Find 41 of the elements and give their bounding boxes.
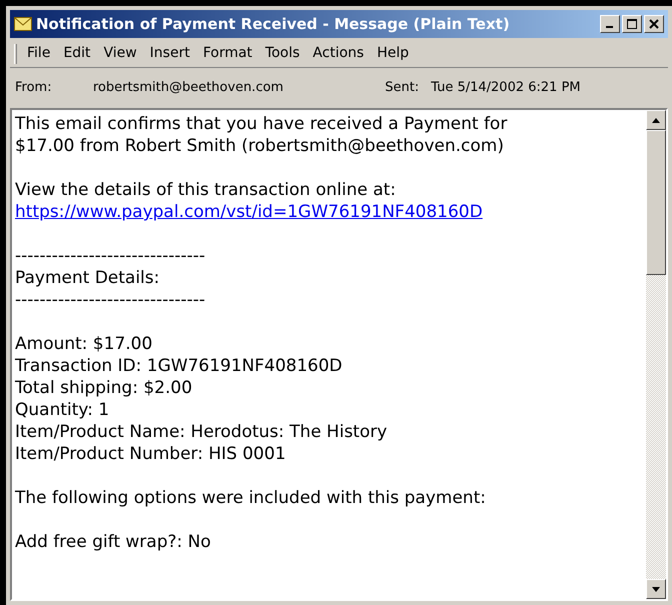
sender-address: robertsmith@beethoven.com [93,79,284,98]
message-line: View the details of this transaction online at: [15,179,397,201]
message-line: Transaction ID: 1GW76191NF408160D [15,355,344,377]
message-line: This email confirms that you have received a Payment for [15,113,508,135]
sent-date: Tue 5/14/2002 6:21 PM [431,79,581,98]
menu-item[interactable]: Tools [265,43,300,64]
message-line: The following options were included with this payment: [15,487,487,509]
from-label: From: [15,79,53,98]
close-icon [649,19,659,29]
menu-item[interactable]: View [104,43,137,64]
scroll-down-button[interactable] [646,579,666,599]
menu-item[interactable]: File [27,43,50,64]
menu-item[interactable]: Insert [150,43,190,64]
window-title: Notification of Payment Received - Message (Plain Text) [36,14,510,35]
message-line: Item/Product Name: Herodotus: The History [15,421,388,443]
message-line: Total shipping: $2.00 [15,377,194,399]
maximize-icon [627,19,637,29]
message-line: ------------------------------- [15,289,206,311]
envelope-icon [14,17,32,31]
sent-label: Sent: [385,79,420,98]
transaction-link[interactable]: https://www.paypal.com/vst/id=1GW76191NF408160D [15,202,483,222]
message-line: Item/Product Number: HIS 0001 [15,443,287,465]
message-line: Quantity: 1 [15,399,110,421]
scrollbar[interactable] [646,110,666,599]
message-line: Amount: $17.00 [15,333,154,355]
maximize-button[interactable] [622,15,642,33]
message-line: $17.00 from Robert Smith (robertsmith@beethoven.com) [15,135,505,157]
down-arrow-icon [652,586,660,592]
menu-item[interactable]: Actions [312,43,364,64]
scroll-up-button[interactable] [646,110,666,130]
message-line: ------------------------------- [15,245,206,267]
up-arrow-icon [652,118,660,122]
menu-item[interactable]: Format [202,43,252,64]
minimize-button[interactable] [600,15,620,33]
menu-item[interactable]: Edit [63,43,91,64]
scroll-thumb[interactable] [646,130,666,275]
message-line: Add free gift wrap?: No [15,531,212,553]
minimize-icon [605,26,615,28]
close-button[interactable] [644,15,664,33]
message-line: Payment Details: [15,267,160,289]
menu-item[interactable]: Help [376,43,409,64]
